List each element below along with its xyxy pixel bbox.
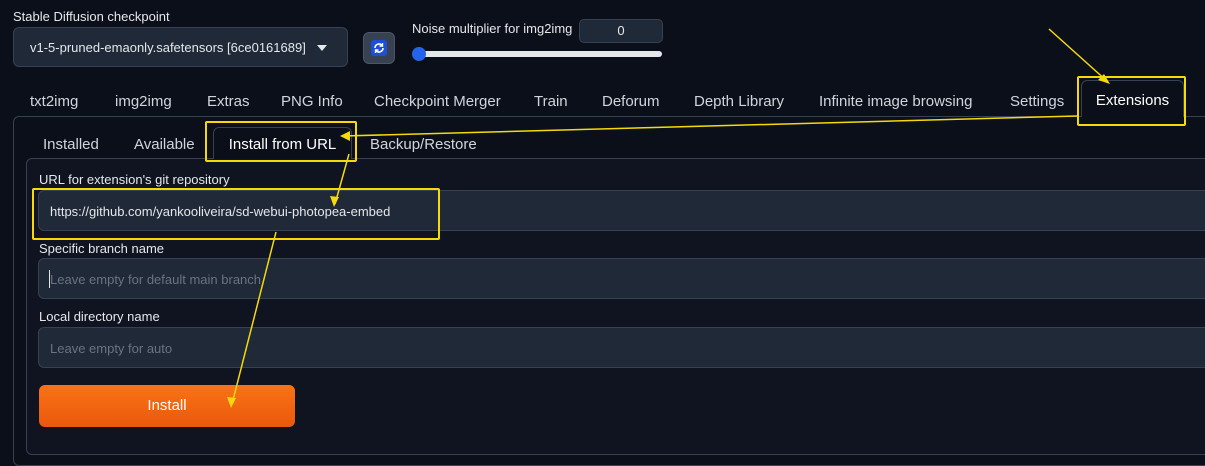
tab-depth-library[interactable]: Depth Library [694, 89, 784, 115]
highlight-extensions-tab [1077, 76, 1186, 126]
checkpoint-dropdown[interactable]: v1-5-pruned-emaonly.safetensors [6ce0161… [13, 27, 348, 67]
branch-input[interactable]: Leave empty for default main branch [38, 258, 1205, 299]
subtab-installed[interactable]: Installed [43, 132, 99, 158]
tab-deforum[interactable]: Deforum [602, 89, 660, 115]
highlight-install-from-url [205, 121, 357, 162]
dir-input[interactable]: Leave empty for auto [38, 327, 1205, 368]
tab-img2img[interactable]: img2img [115, 89, 172, 115]
refresh-icon [371, 40, 387, 56]
dir-label: Local directory name [39, 309, 160, 324]
subtab-backup-restore[interactable]: Backup/Restore [370, 132, 477, 158]
tab-txt2img[interactable]: txt2img [30, 89, 78, 115]
tab-checkpoint-merger[interactable]: Checkpoint Merger [374, 89, 501, 115]
tab-extras[interactable]: Extras [207, 89, 250, 115]
branch-placeholder: Leave empty for default main branch [50, 272, 262, 287]
highlight-url-input [32, 188, 440, 240]
dir-placeholder: Leave empty for auto [50, 341, 173, 356]
noise-multiplier-label: Noise multiplier for img2img [412, 21, 573, 36]
branch-label: Specific branch name [39, 241, 165, 256]
tab-png-info[interactable]: PNG Info [281, 89, 343, 115]
url-label: URL for extension's git repository [39, 172, 230, 187]
noise-multiplier-slider[interactable] [418, 51, 662, 57]
noise-multiplier-input[interactable]: 0 [579, 19, 663, 43]
install-button[interactable]: Install [39, 385, 295, 427]
tab-train[interactable]: Train [534, 89, 568, 115]
refresh-checkpoint-button[interactable] [363, 32, 395, 64]
tab-settings[interactable]: Settings [1010, 89, 1064, 115]
chevron-down-icon [317, 45, 327, 51]
checkpoint-label: Stable Diffusion checkpoint [13, 9, 170, 24]
slider-thumb[interactable] [412, 47, 426, 61]
tab-infinite-image-browsing[interactable]: Infinite image browsing [819, 89, 972, 115]
checkpoint-value: v1-5-pruned-emaonly.safetensors [6ce0161… [30, 40, 306, 55]
subtab-available[interactable]: Available [134, 132, 195, 158]
arrow-to-extensions [1048, 28, 1109, 83]
